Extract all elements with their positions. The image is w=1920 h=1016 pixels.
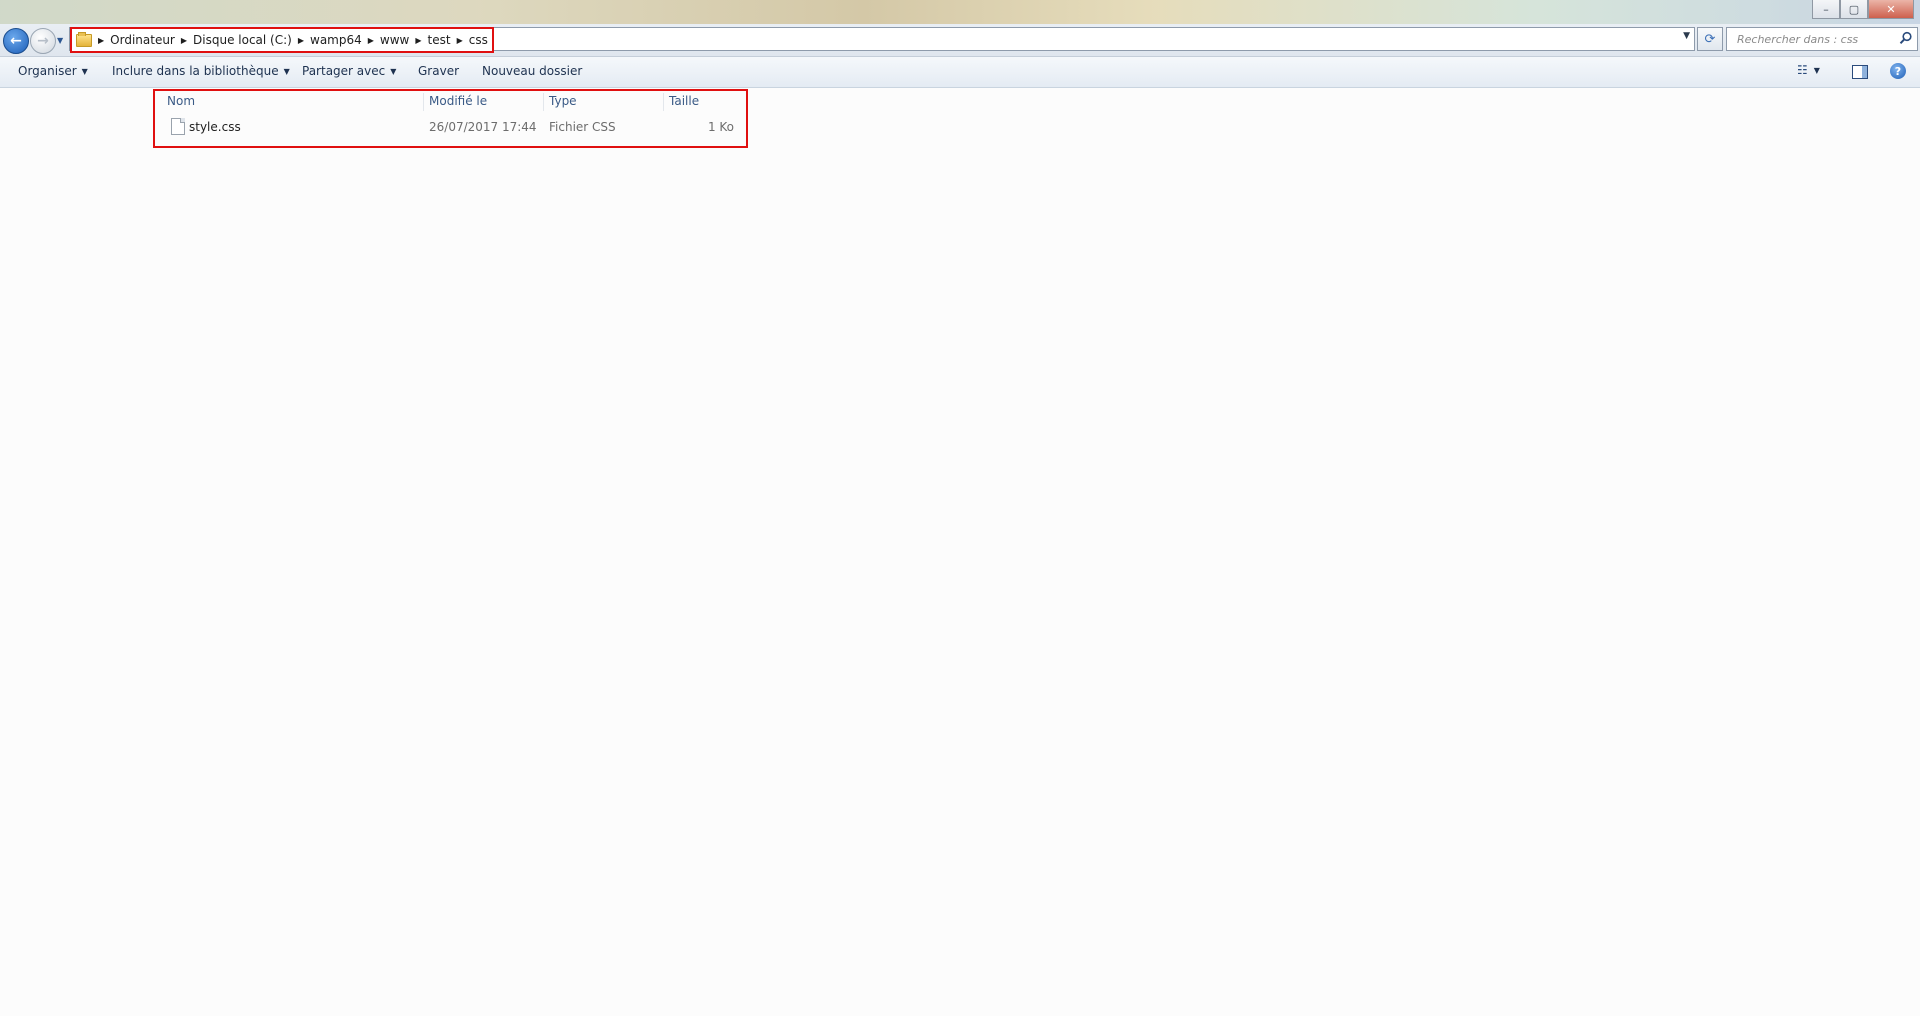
breadcrumb: ▶ Ordinateur ▶ Disque local (C:) ▶ wamp6… [70, 27, 494, 53]
window-controls: – ▢ ✕ [1812, 0, 1914, 19]
breadcrumb-separator-icon[interactable]: ▶ [368, 36, 374, 45]
file-row[interactable]: style.css 26/07/2017 17:44 Fichier CSS 1… [155, 117, 746, 139]
organize-menu[interactable]: Organiser ▼ [18, 64, 88, 78]
preview-pane-icon[interactable] [1852, 65, 1868, 79]
back-button[interactable]: ← [3, 28, 29, 54]
forward-arrow-icon: → [37, 33, 49, 49]
new-folder-label: Nouveau dossier [482, 64, 583, 78]
breadcrumb-separator-icon[interactable]: ▶ [98, 36, 104, 45]
file-type: Fichier CSS [549, 120, 616, 134]
organize-label: Organiser [18, 64, 77, 78]
column-divider[interactable] [543, 93, 544, 111]
search-input[interactable] [1735, 31, 1899, 47]
breadcrumb-item[interactable]: test [428, 33, 451, 47]
search-box[interactable] [1726, 27, 1918, 51]
command-bar: Organiser ▼ Inclure dans la bibliothèque… [0, 57, 1920, 88]
include-in-library-label: Inclure dans la bibliothèque [112, 64, 279, 78]
back-arrow-icon: ← [10, 33, 22, 49]
chevron-down-icon: ▼ [283, 66, 290, 76]
new-folder-button[interactable]: Nouveau dossier [482, 64, 582, 78]
breadcrumb-item-current[interactable]: css [469, 33, 488, 47]
breadcrumb-separator-icon[interactable]: ▶ [181, 36, 187, 45]
file-name: style.css [189, 120, 241, 134]
breadcrumb-separator-icon[interactable]: ▶ [457, 36, 463, 45]
breadcrumb-item[interactable]: Disque local (C:) [193, 33, 292, 47]
address-row: ← → ▼ ▶ Ordinateur ▶ Disque local (C:) ▶… [0, 24, 1920, 57]
view-details-icon: ☷ [1797, 63, 1808, 77]
column-header-modified[interactable]: Modifié le [429, 94, 487, 108]
breadcrumb-item[interactable]: Ordinateur [110, 33, 175, 47]
column-divider[interactable] [423, 93, 424, 111]
forward-button[interactable]: → [30, 28, 56, 54]
chevron-down-icon: ▼ [81, 66, 88, 76]
refresh-button[interactable]: ⟳ [1697, 27, 1723, 51]
chevron-down-icon: ▼ [390, 66, 397, 76]
file-list: Nom Modifié le Type Taille style.css 26/… [153, 89, 748, 148]
address-history-dropdown-icon[interactable]: ▼ [1683, 31, 1690, 41]
breadcrumb-item[interactable]: wamp64 [310, 33, 362, 47]
window-titlebar: – ▢ ✕ [0, 0, 1920, 24]
column-header-type[interactable]: Type [549, 94, 577, 108]
column-header-size[interactable]: Taille [669, 94, 699, 108]
include-in-library-menu[interactable]: Inclure dans la bibliothèque ▼ [112, 64, 290, 78]
breadcrumb-separator-icon[interactable]: ▶ [415, 36, 421, 45]
address-bar[interactable]: ▶ Ordinateur ▶ Disque local (C:) ▶ wamp6… [69, 27, 1695, 53]
burn-label: Graver [418, 64, 460, 78]
change-view-button[interactable]: ☷ ▼ [1797, 63, 1820, 77]
refresh-icon: ⟳ [1704, 31, 1716, 47]
burn-button[interactable]: Graver [418, 64, 459, 78]
breadcrumb-item[interactable]: www [380, 33, 409, 47]
file-size: 1 Ko [707, 120, 734, 134]
breadcrumb-separator-icon[interactable]: ▶ [298, 36, 304, 45]
help-icon[interactable]: ? [1890, 63, 1906, 79]
css-file-icon [171, 118, 185, 135]
folder-icon [76, 31, 92, 47]
column-divider[interactable] [663, 93, 664, 111]
recent-pages-dropdown[interactable]: ▼ [57, 36, 63, 45]
chevron-down-icon: ▼ [1813, 65, 1820, 75]
minimize-button[interactable]: – [1812, 0, 1840, 19]
close-button[interactable]: ✕ [1868, 0, 1914, 19]
column-header-name[interactable]: Nom [167, 94, 195, 108]
share-with-menu[interactable]: Partager avec ▼ [302, 64, 396, 78]
file-modified-date: 26/07/2017 17:44 [429, 120, 537, 134]
share-with-label: Partager avec [302, 64, 386, 78]
maximize-button[interactable]: ▢ [1840, 0, 1868, 19]
search-icon[interactable] [1899, 31, 1913, 45]
